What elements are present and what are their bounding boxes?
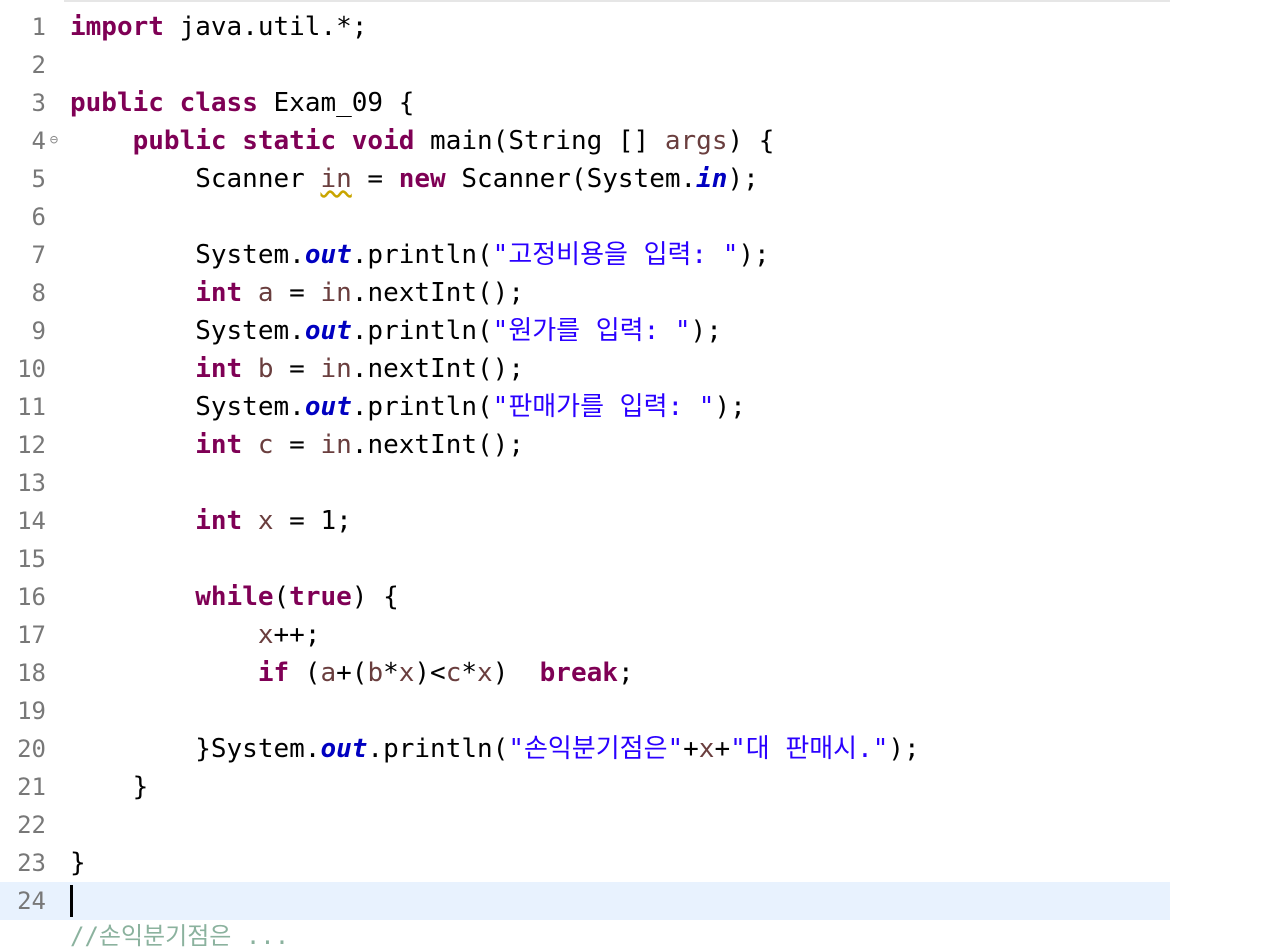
code-line-17[interactable]: 17 x++;: [0, 616, 1170, 654]
code-line-12[interactable]: 12 int c = in.nextInt();: [0, 426, 1170, 464]
line-code: Scanner in = new Scanner(System.in);: [70, 164, 759, 194]
code-line-24[interactable]: 24: [0, 882, 1170, 920]
line-code: public class Exam_09 {: [70, 88, 415, 118]
line-number: 10: [17, 355, 46, 383]
code-line-18[interactable]: 18 if (a+(b*x)<c*x) break;: [0, 654, 1170, 692]
line-number: 6: [31, 203, 46, 231]
line-code: public static void main(String [] args) …: [132, 126, 775, 156]
code-line-15[interactable]: 15: [0, 540, 1170, 578]
line-number: 23: [17, 849, 46, 877]
code-line-7[interactable]: 7 System.out.println("고정비용을 입력: ");: [0, 236, 1170, 274]
code-line-22[interactable]: 22: [0, 806, 1170, 844]
code-line-11[interactable]: 11 System.out.println("판매가를 입력: ");: [0, 388, 1170, 426]
code-line-3[interactable]: 3 public class Exam_09 {: [0, 84, 1170, 122]
code-line-1[interactable]: 1 import java.util.*;: [0, 8, 1170, 46]
line-code: if (a+(b*x)<c*x) break;: [257, 658, 634, 688]
line-code: }System.out.println("손익분기점은"+x+"대 판매시.")…: [70, 734, 920, 764]
code-line-8[interactable]: 8 int a = in.nextInt();: [0, 274, 1170, 312]
line-code: int b = in.nextInt();: [195, 354, 524, 384]
line-number: 3: [31, 89, 46, 117]
line-number: 7: [31, 241, 46, 269]
line-code: }: [70, 772, 149, 802]
code-line-10[interactable]: 10 int b = in.nextInt();: [0, 350, 1170, 388]
code-editor[interactable]: 1 import java.util.*; 2 3 public class Exam_…: [0, 0, 1268, 950]
line-number: 15: [17, 545, 46, 573]
code-line-16[interactable]: 16 while(true) {: [0, 578, 1170, 616]
line-number: 12: [17, 431, 46, 459]
line-number: 24: [17, 887, 46, 915]
code-line-20[interactable]: 20 }System.out.println("손익분기점은"+x+"대 판매시…: [0, 730, 1170, 768]
code-line-6[interactable]: 6: [0, 198, 1170, 236]
line-number: 13: [17, 469, 46, 497]
line-number: 19: [17, 697, 46, 725]
line-code: int c = in.nextInt();: [195, 430, 524, 460]
line-code: x++;: [257, 620, 321, 650]
code-line-21[interactable]: 21 }: [0, 768, 1170, 806]
line-number: 11: [17, 393, 46, 421]
code-line-14[interactable]: 14 int x = 1;: [0, 502, 1170, 540]
line-number: 20: [17, 735, 46, 763]
line-code: int x = 1;: [195, 506, 352, 536]
code-line-5[interactable]: 5 Scanner in = new Scanner(System.in);: [0, 160, 1170, 198]
line-number: 18: [17, 659, 46, 687]
line-code: System.out.println("판매가를 입력: ");: [70, 392, 746, 422]
code-line-4[interactable]: 4 ⊖ public static void main(String [] arg…: [0, 122, 1170, 160]
line-code: }: [70, 848, 86, 878]
line-number: 5: [31, 165, 46, 193]
code-line-23[interactable]: 23}: [0, 844, 1170, 882]
code-line-2[interactable]: 2: [0, 46, 1170, 84]
line-number: 22: [17, 811, 46, 839]
line-number: 4: [31, 127, 46, 155]
code-lines[interactable]: 1 import java.util.*; 2 3 public class Exam_…: [0, 8, 1170, 920]
line-number: 9: [31, 317, 46, 345]
line-code: import java.util.*;: [70, 12, 368, 42]
line-number: 21: [17, 773, 46, 801]
line-number: 14: [17, 507, 46, 535]
line-number: 16: [17, 583, 46, 611]
editor-top-border: [0, 0, 1170, 2]
code-line-9[interactable]: 9 System.out.println("원가를 입력: ");: [0, 312, 1170, 350]
text-cursor: [70, 885, 73, 917]
line-code: System.out.println("고정비용을 입력: ");: [70, 240, 770, 270]
line-number: 8: [31, 279, 46, 307]
line-number: 17: [17, 621, 46, 649]
partial-comment-line: //손익분기점은 ...: [70, 922, 290, 950]
collapse-minus-icon[interactable]: ⊖: [47, 133, 61, 147]
code-line-13[interactable]: 13: [0, 464, 1170, 502]
code-line-19[interactable]: 19: [0, 692, 1170, 730]
line-code: System.out.println("원가를 입력: ");: [70, 316, 722, 346]
line-code: int a = in.nextInt();: [195, 278, 524, 308]
line-code: while(true) {: [195, 582, 399, 612]
line-number: 1: [31, 13, 46, 41]
line-number: 2: [31, 51, 46, 79]
